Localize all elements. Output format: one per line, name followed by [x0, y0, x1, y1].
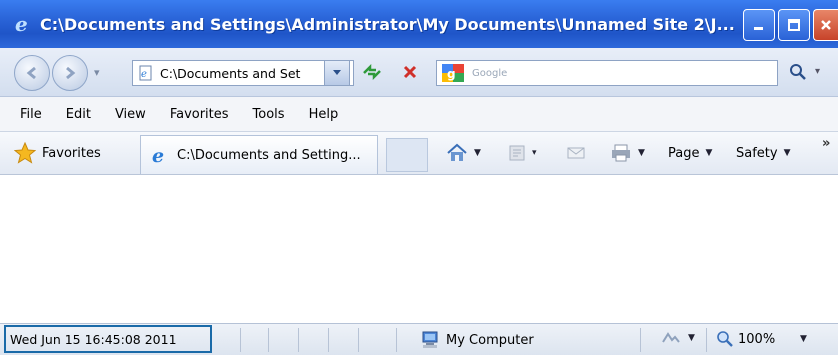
ie-logo-icon: e [12, 13, 34, 35]
back-arrow-icon [26, 66, 36, 80]
address-toolbar: ▾ e C:\Documents and Set g Google ▾ [0, 48, 838, 97]
new-tab-button[interactable] [386, 138, 428, 172]
favorites-label: Favorites [42, 145, 101, 161]
page-content-area[interactable] [0, 175, 838, 323]
favorites-command-bar: Favorites e C:\Documents and Setting... … [0, 132, 838, 175]
menu-view[interactable]: View [115, 107, 146, 122]
search-input[interactable]: g Google [436, 60, 778, 86]
page-icon: e [152, 145, 164, 165]
search-icon [790, 64, 806, 80]
menu-tools[interactable]: Tools [253, 107, 285, 122]
menu-edit[interactable]: Edit [66, 107, 91, 122]
home-icon [447, 143, 467, 161]
more-commands-chevron[interactable]: » [822, 136, 830, 151]
back-button[interactable] [14, 55, 50, 91]
status-datetime: Wed Jun 15 16:45:08 2011 [4, 325, 212, 353]
svg-text:e: e [141, 69, 147, 80]
page-menu-button[interactable]: Page ▼ [668, 142, 712, 164]
tab-current-page[interactable]: e C:\Documents and Setting... [140, 135, 378, 174]
print-button[interactable]: ▼ [610, 142, 645, 164]
status-separator [640, 328, 641, 352]
feeds-button[interactable]: ▾ [508, 142, 537, 164]
home-button[interactable]: ▼ [446, 142, 481, 164]
favorites-button[interactable]: Favorites [14, 140, 101, 166]
forward-button[interactable] [52, 55, 88, 91]
feeds-dropdown[interactable]: ▾ [532, 148, 537, 158]
protected-mode-button[interactable]: ▼ [660, 330, 695, 346]
address-text: C:\Documents and Set [160, 65, 301, 81]
safety-menu-button[interactable]: Safety ▼ [736, 142, 791, 164]
home-dropdown[interactable]: ▼ [474, 148, 481, 158]
status-separator [328, 328, 329, 352]
svg-text:e: e [15, 14, 28, 34]
google-icon: g [442, 64, 464, 82]
security-zone-label: My Computer [446, 332, 534, 348]
maximize-icon [788, 19, 800, 31]
print-icon [612, 144, 630, 162]
stop-button[interactable] [398, 60, 422, 84]
status-separator [706, 328, 707, 352]
status-separator [358, 328, 359, 352]
computer-icon [422, 331, 438, 348]
print-dropdown[interactable]: ▼ [638, 148, 645, 158]
address-dropdown-button[interactable] [324, 60, 350, 86]
svg-text:e: e [152, 145, 164, 165]
security-zone[interactable]: My Computer [420, 329, 534, 351]
star-icon [14, 142, 36, 164]
status-separator [298, 328, 299, 352]
chevron-down-icon [333, 70, 341, 75]
safety-menu-dropdown-icon: ▼ [783, 148, 791, 158]
title-bar[interactable]: e C:\Documents and Settings\Administrato… [0, 0, 838, 48]
search-button[interactable] [786, 60, 810, 84]
minimize-icon [754, 27, 763, 30]
protected-mode-dropdown-icon: ▼ [688, 333, 695, 343]
zoom-icon [717, 331, 733, 347]
stop-icon [403, 65, 417, 79]
maximize-button[interactable] [778, 9, 810, 41]
close-button[interactable] [813, 9, 838, 41]
menu-bar: File Edit View Favorites Tools Help [0, 97, 838, 132]
browser-window: e C:\Documents and Settings\Administrato… [0, 0, 838, 355]
status-separator [240, 328, 241, 352]
feeds-icon [509, 145, 525, 161]
page-icon: e [139, 65, 152, 81]
mail-icon [567, 147, 585, 159]
tab-label: C:\Documents and Setting... [177, 147, 361, 163]
status-separator [396, 328, 397, 352]
address-field[interactable]: e C:\Documents and Set [132, 60, 354, 86]
protected-mode-icon [662, 332, 680, 343]
window-title: C:\Documents and Settings\Administrator\… [40, 14, 735, 34]
status-bar: Wed Jun 15 16:45:08 2011 My Computer ▼ 1… [0, 323, 838, 355]
page-menu-label: Page [668, 145, 700, 161]
recent-pages-dropdown[interactable]: ▾ [94, 66, 100, 79]
search-options-dropdown[interactable]: ▾ [815, 66, 820, 77]
zoom-dropdown[interactable]: ▼ [800, 334, 807, 344]
forward-arrow-icon [66, 66, 76, 80]
search-placeholder: Google [472, 67, 508, 79]
safety-menu-label: Safety [736, 145, 778, 161]
close-icon [821, 20, 831, 30]
menu-favorites[interactable]: Favorites [170, 107, 229, 122]
page-menu-dropdown-icon: ▼ [705, 148, 713, 158]
refresh-icon [363, 64, 381, 80]
minimize-button[interactable] [743, 9, 775, 41]
svg-text:g: g [447, 67, 456, 81]
status-separator [268, 328, 269, 352]
menu-help[interactable]: Help [309, 107, 339, 122]
mail-button[interactable] [566, 142, 586, 164]
refresh-button[interactable] [360, 60, 384, 84]
zoom-level: 100% [738, 331, 776, 347]
menu-file[interactable]: File [20, 107, 42, 122]
zoom-button[interactable]: 100% [716, 330, 775, 348]
